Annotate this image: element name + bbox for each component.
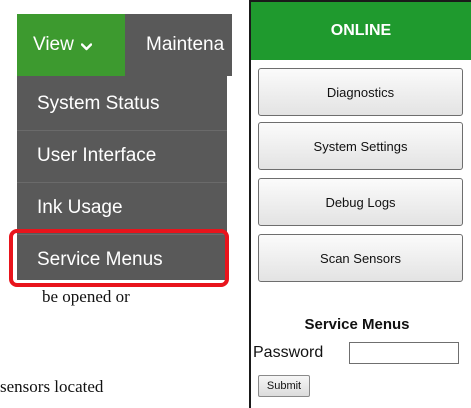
view-menu-label: View xyxy=(33,34,74,55)
submit-button[interactable]: Submit xyxy=(258,375,310,397)
debug-logs-button[interactable]: Debug Logs xyxy=(258,178,463,226)
menu-item-system-status[interactable]: System Status xyxy=(17,78,227,130)
diagnostics-button[interactable]: Diagnostics xyxy=(258,68,463,116)
service-menus-title: Service Menus xyxy=(304,316,410,333)
document-text-line: be opened or xyxy=(42,287,130,306)
view-menu-button[interactable]: View xyxy=(17,14,125,76)
online-status-banner: ONLINE xyxy=(251,2,471,60)
system-settings-button[interactable]: System Settings xyxy=(258,122,463,170)
password-label: Password xyxy=(253,344,324,361)
maintenance-menu-button[interactable]: Maintena xyxy=(125,14,232,76)
service-menus-highlight xyxy=(9,229,229,287)
menu-item-ink-usage[interactable]: Ink Usage xyxy=(17,182,227,234)
scan-sensors-button[interactable]: Scan Sensors xyxy=(258,234,463,282)
document-text-line: sensors located xyxy=(0,377,104,396)
chevron-down-icon xyxy=(80,39,93,54)
maintenance-menu-label: Maintena xyxy=(146,34,225,55)
menu-item-user-interface[interactable]: User Interface xyxy=(17,130,227,182)
password-input[interactable] xyxy=(349,342,459,364)
service-panel: ONLINE Diagnostics System Settings Debug… xyxy=(249,0,471,408)
menu-screenshot: View Maintena System Status User Interfa… xyxy=(0,0,232,408)
